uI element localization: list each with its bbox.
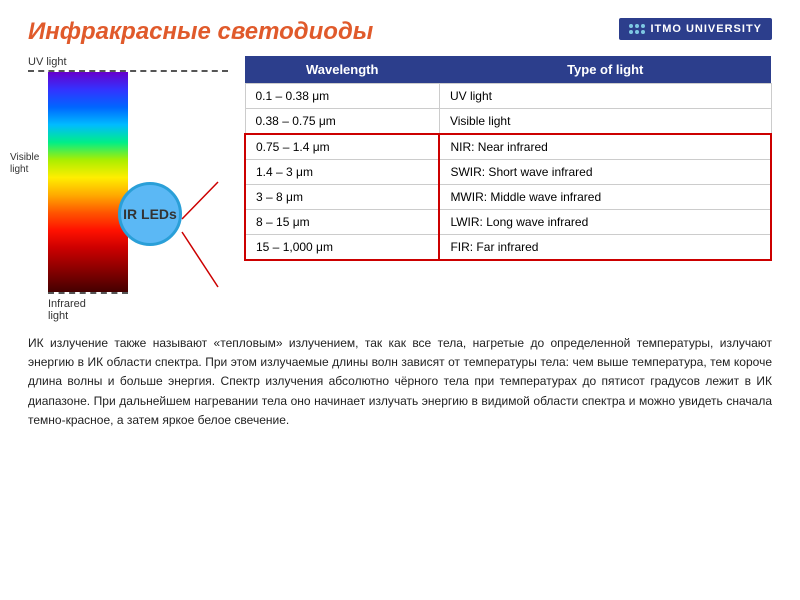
wavelength-cell: 8 – 15 μm (245, 210, 439, 235)
type-cell: UV light (439, 84, 771, 109)
infrared-label: Infraredlight (48, 298, 228, 322)
table-row: 1.4 – 3 μmSWIR: Short wave infrared (245, 160, 771, 185)
type-cell: LWIR: Long wave infrared (439, 210, 771, 235)
table-area: Wavelength Type of light 0.1 – 0.38 μmUV… (244, 56, 772, 322)
header: Инфракрасные светодиоды ITMO UNIVERSITY (28, 18, 772, 46)
page: Инфракрасные светодиоды ITMO UNIVERSITY … (0, 0, 800, 600)
type-cell: SWIR: Short wave infrared (439, 160, 771, 185)
infrared-dashes (48, 292, 128, 294)
table-row: 3 – 8 μmMWIR: Middle wave infrared (245, 185, 771, 210)
ir-led-bubble: IR LEDs (118, 182, 182, 246)
uv-label: UV light (28, 56, 228, 68)
col-wavelength: Wavelength (245, 56, 439, 84)
table-row: 0.1 – 0.38 μmUV light (245, 84, 771, 109)
wavelength-cell: 0.75 – 1.4 μm (245, 134, 439, 160)
type-cell: Visible light (439, 109, 771, 135)
table-row: 8 – 15 μmLWIR: Long wave infrared (245, 210, 771, 235)
content-area: UV light Visiblelight IR LEDs Infraredli… (28, 56, 772, 322)
table-row: 15 – 1,000 μmFIR: Far infrared (245, 235, 771, 261)
table-row: 0.38 – 0.75 μmVisible light (245, 109, 771, 135)
col-type: Type of light (439, 56, 771, 84)
wavelength-cell: 0.38 – 0.75 μm (245, 109, 439, 135)
spectrum-bar (48, 72, 128, 292)
type-cell: FIR: Far infrared (439, 235, 771, 261)
type-cell: NIR: Near infrared (439, 134, 771, 160)
body-text: ИК излучение также называют «тепловым» и… (28, 334, 772, 430)
wavelength-cell: 3 – 8 μm (245, 185, 439, 210)
wavelength-table: Wavelength Type of light 0.1 – 0.38 μmUV… (244, 56, 772, 261)
table-row: 0.75 – 1.4 μmNIR: Near infrared (245, 134, 771, 160)
page-title: Инфракрасные светодиоды (28, 18, 373, 46)
logo-icon (629, 24, 645, 34)
logo-text: ITMO UNIVERSITY (650, 23, 762, 35)
logo: ITMO UNIVERSITY (619, 18, 772, 40)
wavelength-cell: 15 – 1,000 μm (245, 235, 439, 261)
spectrum-area: UV light Visiblelight IR LEDs Infraredli… (28, 56, 228, 322)
wavelength-cell: 1.4 – 3 μm (245, 160, 439, 185)
visible-label: Visiblelight (10, 152, 25, 176)
wavelength-cell: 0.1 – 0.38 μm (245, 84, 439, 109)
type-cell: MWIR: Middle wave infrared (439, 185, 771, 210)
